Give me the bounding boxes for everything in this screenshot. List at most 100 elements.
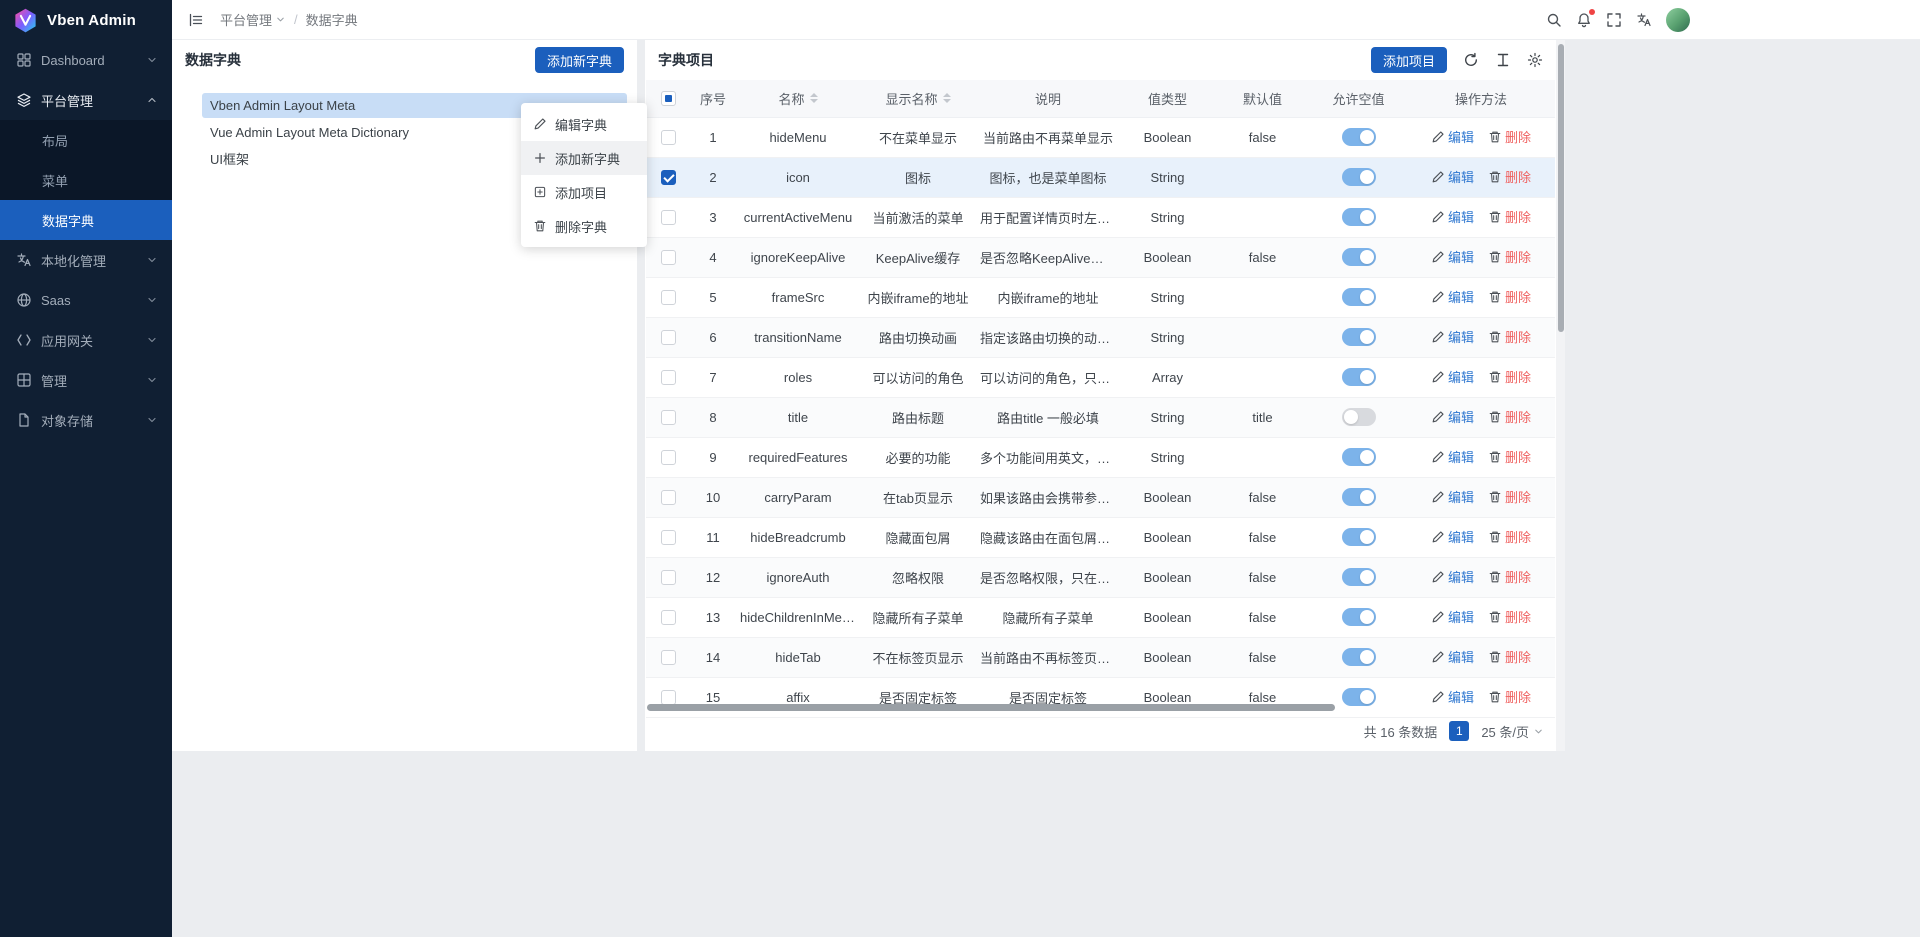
sidebar-item-management[interactable]: 管理 — [0, 360, 172, 400]
table-row[interactable]: 3currentActiveMenu当前激活的菜单用于配置详情页时左侧...St… — [646, 197, 1555, 237]
table-settings-gear-icon[interactable] — [1527, 52, 1543, 68]
edit-row-button[interactable]: 编辑 — [1431, 447, 1474, 466]
edit-row-button[interactable]: 编辑 — [1431, 527, 1474, 546]
translate-icon[interactable] — [1636, 12, 1652, 28]
delete-row-button[interactable]: 删除 — [1488, 127, 1531, 146]
sidebar-item-localization[interactable]: 本地化管理 — [0, 240, 172, 280]
allow-empty-toggle[interactable] — [1342, 568, 1376, 586]
row-checkbox[interactable] — [661, 450, 676, 465]
table-row[interactable]: 4ignoreKeepAliveKeepAlive缓存是否忽略KeepAlive… — [646, 237, 1555, 277]
delete-row-button[interactable]: 删除 — [1488, 407, 1531, 426]
allow-empty-toggle[interactable] — [1342, 128, 1376, 146]
fullscreen-icon[interactable] — [1606, 12, 1622, 28]
app-logo[interactable]: Vben Admin — [0, 0, 172, 40]
sidebar-item-platform-management[interactable]: 平台管理 — [0, 80, 172, 120]
allow-empty-toggle[interactable] — [1342, 608, 1376, 626]
delete-row-button[interactable]: 删除 — [1488, 367, 1531, 386]
page-size-select[interactable]: 25 条/页 — [1481, 722, 1544, 741]
edit-row-button[interactable]: 编辑 — [1431, 247, 1474, 266]
delete-row-button[interactable]: 删除 — [1488, 207, 1531, 226]
table-row[interactable]: 5frameSrc内嵌iframe的地址内嵌iframe的地址String编辑删… — [646, 277, 1555, 317]
column-settings-icon[interactable] — [1495, 52, 1511, 68]
context-menu-item-1[interactable]: 添加新字典 — [521, 141, 647, 175]
allow-empty-toggle[interactable] — [1342, 208, 1376, 226]
row-checkbox[interactable] — [661, 490, 676, 505]
edit-row-button[interactable]: 编辑 — [1431, 167, 1474, 186]
table-row[interactable]: 14hideTab不在标签页显示当前路由不再标签页显示Booleanfalse编… — [646, 637, 1555, 677]
allow-empty-toggle[interactable] — [1342, 328, 1376, 346]
sidebar-item-dashboard[interactable]: Dashboard — [0, 40, 172, 80]
sidebar-item-menu[interactable]: 菜单 — [0, 160, 172, 200]
sidebar-collapse-icon[interactable] — [188, 12, 204, 28]
table-row[interactable]: 9requiredFeatures必要的功能多个功能间用英文，分隔String编… — [646, 437, 1555, 477]
edit-row-button[interactable]: 编辑 — [1431, 687, 1474, 706]
delete-row-button[interactable]: 删除 — [1488, 447, 1531, 466]
edit-row-button[interactable]: 编辑 — [1431, 407, 1474, 426]
allow-empty-toggle[interactable] — [1342, 648, 1376, 666]
delete-row-button[interactable]: 删除 — [1488, 527, 1531, 546]
edit-row-button[interactable]: 编辑 — [1431, 567, 1474, 586]
row-checkbox[interactable] — [661, 650, 676, 665]
column-header[interactable]: 显示名称 — [860, 80, 976, 117]
sidebar-item-saas[interactable]: Saas — [0, 280, 172, 320]
edit-row-button[interactable]: 编辑 — [1431, 607, 1474, 626]
table-row[interactable]: 11hideBreadcrumb隐藏面包屑隐藏该路由在面包屑上...Boolea… — [646, 517, 1555, 557]
row-checkbox[interactable] — [661, 210, 676, 225]
row-checkbox[interactable] — [661, 330, 676, 345]
delete-row-button[interactable]: 删除 — [1488, 647, 1531, 666]
allow-empty-toggle[interactable] — [1342, 488, 1376, 506]
add-dictionary-button[interactable]: 添加新字典 — [535, 47, 624, 73]
delete-row-button[interactable]: 删除 — [1488, 567, 1531, 586]
row-checkbox[interactable] — [661, 570, 676, 585]
sort-icon[interactable] — [943, 93, 951, 103]
context-menu-item-0[interactable]: 编辑字典 — [521, 107, 647, 141]
user-avatar[interactable] — [1666, 8, 1690, 32]
allow-empty-toggle[interactable] — [1342, 448, 1376, 466]
allow-empty-toggle[interactable] — [1342, 248, 1376, 266]
horizontal-scrollbar[interactable] — [647, 704, 1335, 711]
table-row[interactable]: 6transitionName路由切换动画指定该路由切换的动画名String编辑… — [646, 317, 1555, 357]
add-item-button[interactable]: 添加项目 — [1371, 47, 1447, 73]
allow-empty-toggle[interactable] — [1342, 168, 1376, 186]
delete-row-button[interactable]: 删除 — [1488, 607, 1531, 626]
sort-icon[interactable] — [810, 93, 818, 103]
row-checkbox[interactable] — [661, 610, 676, 625]
table-row[interactable]: 8title路由标题路由title 一般必填Stringtitle编辑删除 — [646, 397, 1555, 437]
edit-row-button[interactable]: 编辑 — [1431, 287, 1474, 306]
row-checkbox[interactable] — [661, 250, 676, 265]
allow-empty-toggle[interactable] — [1342, 688, 1376, 706]
sidebar-item-object-storage[interactable]: 对象存储 — [0, 400, 172, 440]
edit-row-button[interactable]: 编辑 — [1431, 327, 1474, 346]
table-row[interactable]: 10carryParam在tab页显示如果该路由会携带参数...Booleanf… — [646, 477, 1555, 517]
edit-row-button[interactable]: 编辑 — [1431, 487, 1474, 506]
column-header[interactable]: 名称 — [736, 80, 860, 117]
row-checkbox[interactable] — [661, 170, 676, 185]
context-menu-item-3[interactable]: 删除字典 — [521, 209, 647, 243]
row-checkbox[interactable] — [661, 370, 676, 385]
table-row[interactable]: 13hideChildrenInMenu隐藏所有子菜单隐藏所有子菜单Boolea… — [646, 597, 1555, 637]
row-checkbox[interactable] — [661, 290, 676, 305]
search-icon[interactable] — [1546, 12, 1562, 28]
delete-row-button[interactable]: 删除 — [1488, 487, 1531, 506]
delete-row-button[interactable]: 删除 — [1488, 687, 1531, 706]
table-row[interactable]: 12ignoreAuth忽略权限是否忽略权限，只在权...Booleanfals… — [646, 557, 1555, 597]
notification-icon[interactable] — [1576, 12, 1592, 28]
row-checkbox[interactable] — [661, 130, 676, 145]
row-checkbox[interactable] — [661, 530, 676, 545]
row-checkbox[interactable] — [661, 690, 676, 705]
breadcrumb-platform-management[interactable]: 平台管理 — [220, 10, 286, 29]
delete-row-button[interactable]: 删除 — [1488, 287, 1531, 306]
sidebar-item-data-dictionary[interactable]: 数据字典 — [0, 200, 172, 240]
refresh-icon[interactable] — [1463, 52, 1479, 68]
sidebar-item-app-gateway[interactable]: 应用网关 — [0, 320, 172, 360]
select-all-checkbox[interactable] — [661, 91, 676, 106]
allow-empty-toggle[interactable] — [1342, 408, 1376, 426]
edit-row-button[interactable]: 编辑 — [1431, 367, 1474, 386]
vertical-scrollbar[interactable] — [1556, 40, 1565, 751]
vertical-scrollbar-thumb[interactable] — [1558, 44, 1564, 332]
table-row[interactable]: 1hideMenu不在菜单显示当前路由不再菜单显示Booleanfalse编辑删… — [646, 117, 1555, 157]
delete-row-button[interactable]: 删除 — [1488, 247, 1531, 266]
allow-empty-toggle[interactable] — [1342, 288, 1376, 306]
delete-row-button[interactable]: 删除 — [1488, 167, 1531, 186]
table-row[interactable]: 7roles可以访问的角色可以访问的角色，只在...Array编辑删除 — [646, 357, 1555, 397]
